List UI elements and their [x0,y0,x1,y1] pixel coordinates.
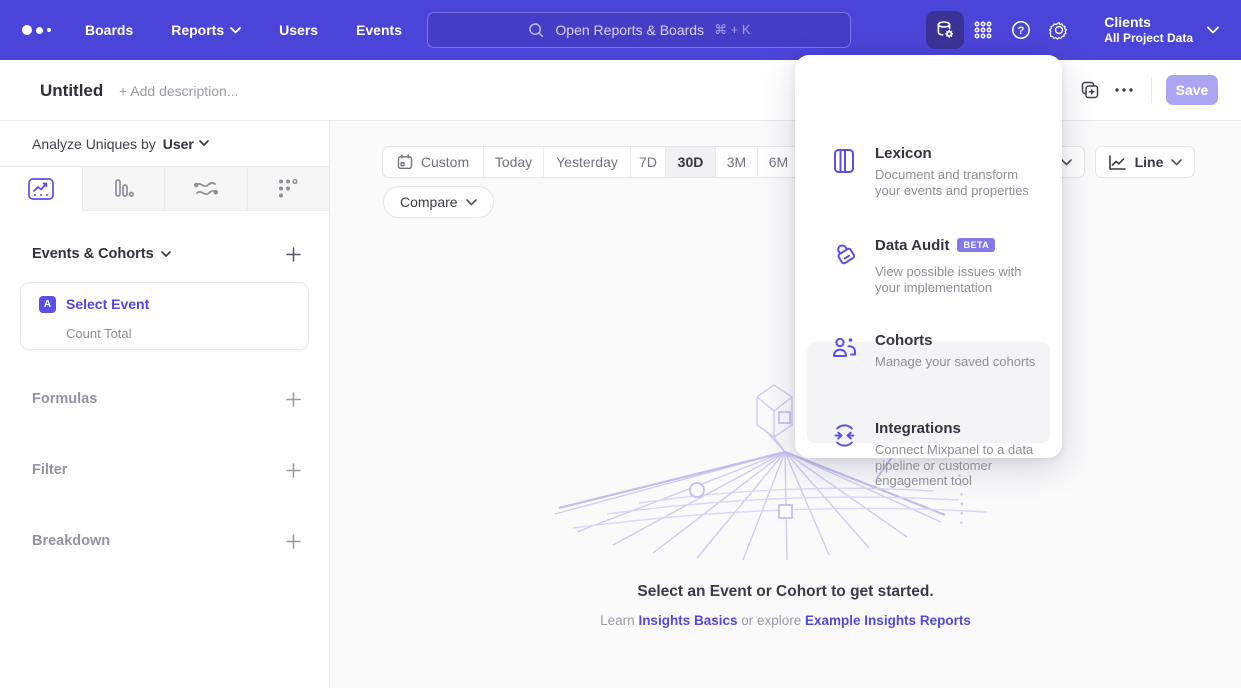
database-gear-icon [933,18,957,42]
plus-icon [286,247,301,262]
tab-line-chart[interactable] [0,167,83,211]
analyze-label: Analyze Uniques by [32,136,156,152]
insights-basics-link[interactable]: Insights Basics [638,613,737,628]
plus-icon [286,534,301,549]
header-divider [1151,77,1152,103]
line-chart-icon [1108,154,1127,171]
save-button[interactable]: Save [1166,75,1218,105]
breakdown-label: Breakdown [32,533,110,549]
compare-button[interactable]: Compare [383,186,494,218]
beta-badge: BETA [957,238,995,252]
nav-item-boards[interactable]: Boards [85,22,133,38]
cohorts-people-icon [831,334,858,360]
calendar-icon [397,154,413,170]
empty-state-heading: Select an Event or Cohort to get started… [330,583,1241,601]
plus-icon [286,392,301,407]
example-insights-reports-link[interactable]: Example Insights Reports [805,613,971,628]
help-icon: ? [1010,19,1032,41]
formulas-label: Formulas [32,391,97,407]
search-input[interactable]: Open Reports & Boards ⌘ + K [427,12,851,48]
chevron-down-icon [466,199,477,206]
mixpanel-logo[interactable] [22,25,62,35]
date-range-6m[interactable]: 6M [758,147,800,177]
date-range-yesterday[interactable]: Yesterday [544,147,631,177]
chevron-down-icon [161,251,171,258]
more-options-button[interactable] [1107,73,1141,107]
copy-plus-icon [1080,80,1100,100]
date-range-today[interactable]: Today [484,147,544,177]
analyze-value-dropdown[interactable]: User [163,136,209,152]
data-audit-lock-icon [831,239,859,267]
analyze-row: Analyze Uniques by User [0,121,329,166]
report-title[interactable]: Untitled [40,81,103,101]
add-formula-button[interactable] [286,392,301,407]
date-range-3m[interactable]: 3M [716,147,758,177]
top-navigation: Boards Reports Users Events Open Reports… [0,0,1241,60]
duplicate-report-button[interactable] [1073,73,1107,107]
data-management-button[interactable] [926,11,964,49]
empty-state-subtext: Learn Insights Basics or explore Example… [330,613,1241,628]
search-icon [527,21,545,39]
bar-chart-tab-icon [111,177,135,201]
report-description-placeholder[interactable]: + Add description... [119,83,238,99]
nav-item-users[interactable]: Users [279,22,318,38]
breakdown-section: Breakdown [0,533,329,549]
chevron-down-icon [1171,159,1182,166]
flow-tab-icon [193,177,219,201]
add-event-button[interactable] [286,247,301,262]
empty-sub-middle: or explore [737,613,805,628]
events-cohorts-header: Events & Cohorts [0,246,329,262]
org-switcher[interactable]: Clients All Project Data [1104,14,1193,46]
search-shortcut: ⌘ + K [714,22,751,38]
chevron-down-icon [199,140,209,147]
empty-sub-prefix: Learn [600,613,638,628]
chevron-down-icon[interactable] [1207,26,1219,34]
plus-icon [286,463,301,478]
event-card[interactable]: A Select Event Count Total [20,282,309,350]
lexicon-book-icon [831,147,857,175]
metrics-tab-icon [276,177,300,201]
apps-grid-button[interactable] [964,11,1002,49]
tab-bar-chart[interactable] [83,167,166,211]
chevron-down-icon [230,27,241,34]
add-filter-button[interactable] [286,463,301,478]
org-name: Clients [1104,14,1193,31]
nav-item-reports[interactable]: Reports [171,22,241,38]
date-range-custom[interactable]: Custom [383,147,484,177]
chart-canvas: Custom Today Yesterday 7D 30D 3M 6M Comp… [330,121,1241,688]
formulas-section: Formulas [0,391,329,407]
event-series-badge: A [39,296,56,313]
filter-section: Filter [0,462,329,478]
date-range-30d[interactable]: 30D [666,147,716,177]
search-placeholder: Open Reports & Boards [555,22,704,38]
chevron-down-icon [1061,159,1072,166]
svg-text:?: ? [1018,25,1025,37]
grid-icon [972,19,994,41]
line-chart-tab-icon [28,177,54,201]
ellipsis-icon [1114,87,1134,93]
date-range-7d[interactable]: 7D [631,147,666,177]
chart-type-tabs [0,166,329,211]
tab-metrics-chart[interactable] [248,167,330,211]
org-project: All Project Data [1104,31,1193,46]
add-breakdown-button[interactable] [286,534,301,549]
gear-icon [1048,19,1070,41]
integrations-sync-icon [831,422,858,449]
select-event-label[interactable]: Select Event [66,296,149,312]
filter-label: Filter [32,462,67,478]
data-management-menu: Lexicon Document and transform your even… [795,55,1062,458]
settings-button[interactable] [1040,11,1078,49]
query-builder-sidebar: Analyze Uniques by User [0,121,330,688]
help-button[interactable]: ? [1002,11,1040,49]
event-aggregation-label[interactable]: Count Total [66,326,132,341]
chart-type-dropdown[interactable]: Line [1095,146,1195,178]
events-cohorts-title[interactable]: Events & Cohorts [32,246,171,262]
nav-item-events[interactable]: Events [356,22,402,38]
tab-flow-chart[interactable] [165,167,248,211]
